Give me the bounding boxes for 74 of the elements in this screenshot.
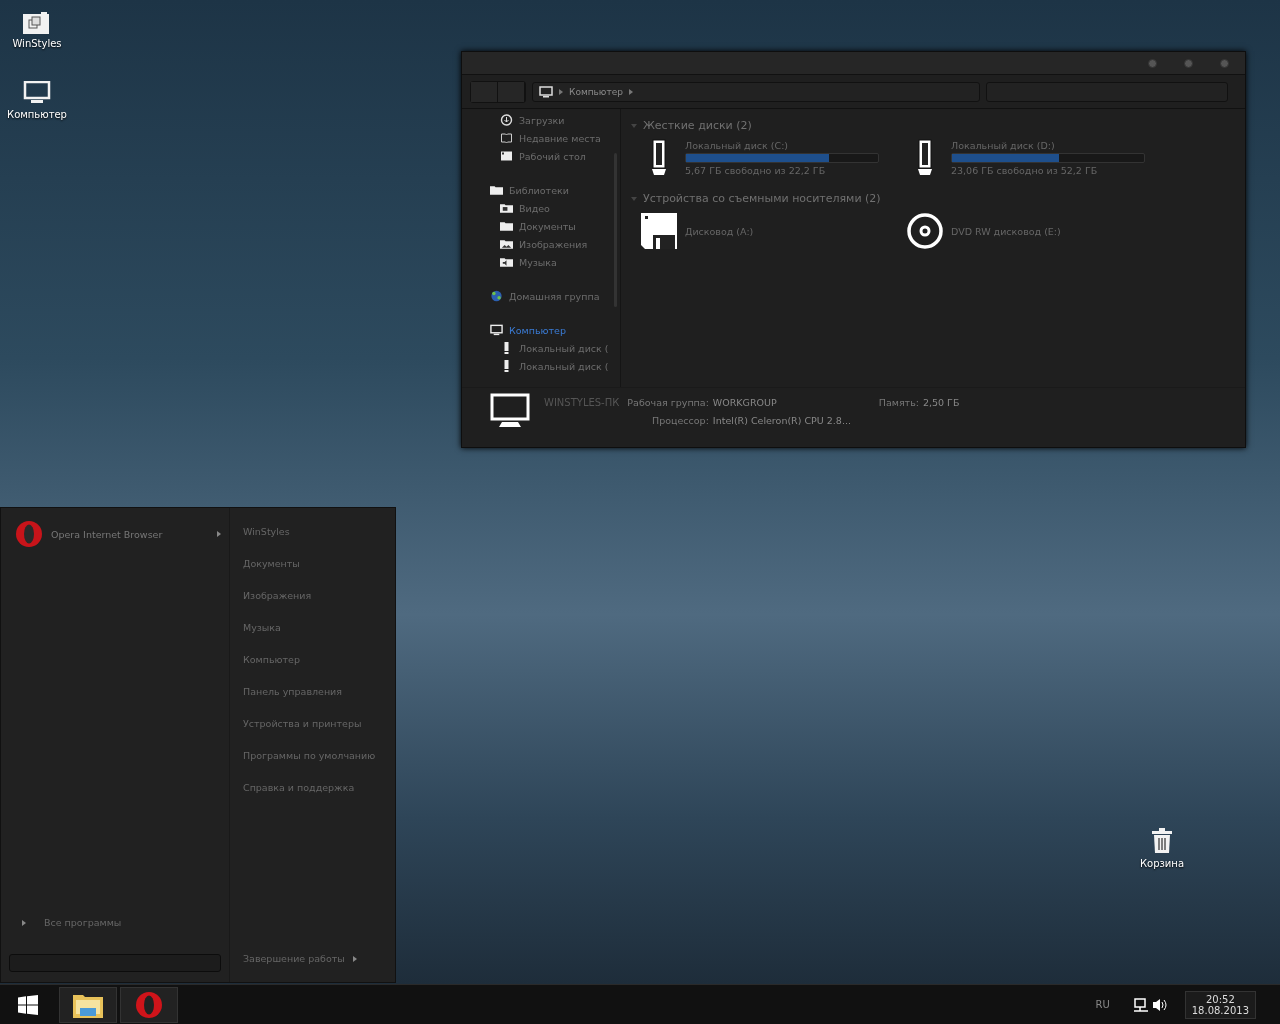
group-header[interactable]: Жесткие диски (2): [643, 119, 752, 132]
drive-name[interactable]: Локальный диск (D:): [951, 140, 1145, 151]
breadcrumb-item[interactable]: Компьютер: [569, 87, 623, 97]
start-menu-link[interactable]: WinStyles: [243, 526, 395, 537]
start-menu-link[interactable]: Компьютер: [243, 654, 395, 665]
chevron-icon: [559, 89, 563, 95]
video-icon: [500, 202, 513, 214]
desktop-icon-label[interactable]: WinStyles: [12, 38, 62, 49]
desktop-icon-label[interactable]: Корзина: [1139, 858, 1185, 869]
trash-icon[interactable]: [1151, 828, 1173, 854]
property-value: 2,50 ГБ: [922, 396, 960, 408]
all-programs-button[interactable]: Все программы: [9, 917, 221, 928]
nav-item[interactable]: Музыка: [519, 256, 557, 268]
folder-icon: [490, 184, 503, 196]
language-indicator[interactable]: RU: [1095, 999, 1110, 1010]
property-label: Рабочая группа:: [627, 396, 709, 408]
window-control-button[interactable]: [1148, 58, 1157, 68]
nav-item[interactable]: Библиотеки: [509, 184, 569, 196]
monitor-icon: [539, 86, 553, 98]
nav-item[interactable]: Видео: [519, 202, 550, 214]
start-menu-link[interactable]: Справка и поддержка: [243, 782, 395, 793]
windows-logo-icon: [18, 994, 38, 1015]
monitor-icon: [490, 393, 530, 429]
start-menu-link[interactable]: Изображения: [243, 590, 395, 601]
book-icon: [500, 132, 513, 144]
nav-item[interactable]: Документы: [519, 220, 576, 232]
nav-item[interactable]: Локальный диск (: [519, 360, 609, 372]
network-globe-icon: [490, 290, 503, 302]
group-header[interactable]: Устройства со съемными носителями (2): [643, 192, 881, 205]
property-value: WORKGROUP: [712, 396, 778, 408]
opera-o-icon: [15, 520, 43, 548]
drive-name[interactable]: Локальный диск (C:): [685, 140, 879, 151]
property-label: Процессор:: [652, 414, 709, 426]
window-control-button[interactable]: [1184, 58, 1193, 68]
desktop-icon-label[interactable]: Компьютер: [7, 109, 67, 120]
free-space-text: 5,67 ГБ свободно из 22,2 ГБ: [685, 165, 827, 176]
address-bar[interactable]: Компьютер: [532, 82, 980, 102]
start-menu-link[interactable]: Документы: [243, 558, 395, 569]
start-menu-link[interactable]: Программы по умолчанию: [243, 750, 395, 761]
speaker-icon[interactable]: [1151, 996, 1168, 1013]
nav-item[interactable]: Рабочий стол: [519, 150, 586, 162]
nav-item[interactable]: Компьютер: [509, 324, 566, 336]
nav-item[interactable]: Локальный диск (: [519, 342, 609, 354]
free-space-text: 23,06 ГБ свободно из 52,2 ГБ: [951, 165, 1099, 176]
drive-name[interactable]: DVD RW дисковод (E:): [951, 225, 1061, 237]
optical-disc-icon[interactable]: [905, 211, 945, 251]
folder-icon[interactable]: [23, 12, 51, 34]
clock[interactable]: 20:52 18.08.2013: [1184, 990, 1256, 1019]
start-menu-link[interactable]: Устройства и принтеры: [243, 718, 395, 729]
nav-item[interactable]: Недавние места: [519, 132, 601, 144]
opera-o-icon: [135, 990, 163, 1019]
expand-arrow-icon: [22, 919, 26, 926]
drive-name[interactable]: Дисковод (A:): [685, 225, 754, 237]
network-icon[interactable]: [1132, 996, 1149, 1013]
image-icon: [500, 238, 513, 250]
program-item[interactable]: Opera Internet Browser: [9, 520, 221, 548]
music-icon: [500, 256, 513, 268]
nav-item[interactable]: Изображения: [519, 238, 588, 250]
monitor-icon: [490, 324, 503, 336]
nav-item[interactable]: Загрузки: [519, 114, 565, 126]
taskbar-app-button[interactable]: [59, 986, 117, 1023]
property-label: Память:: [878, 396, 919, 408]
shutdown-button[interactable]: Завершение работы: [243, 953, 395, 964]
start-menu-link[interactable]: Музыка: [243, 622, 395, 633]
monitor-icon[interactable]: [23, 81, 51, 105]
property-value: Intel(R) Celeron(R) CPU 2.8...: [712, 414, 851, 426]
chevron-icon[interactable]: [628, 89, 633, 95]
nav-item[interactable]: Домашняя группа: [509, 290, 600, 302]
desktop-icon: [500, 150, 513, 162]
start-menu-link[interactable]: Панель управления: [243, 686, 395, 697]
window-control-button[interactable]: [1220, 58, 1229, 68]
download-icon: [500, 114, 513, 126]
submenu-arrow-icon: [352, 955, 357, 962]
folder-icon: [500, 220, 513, 232]
